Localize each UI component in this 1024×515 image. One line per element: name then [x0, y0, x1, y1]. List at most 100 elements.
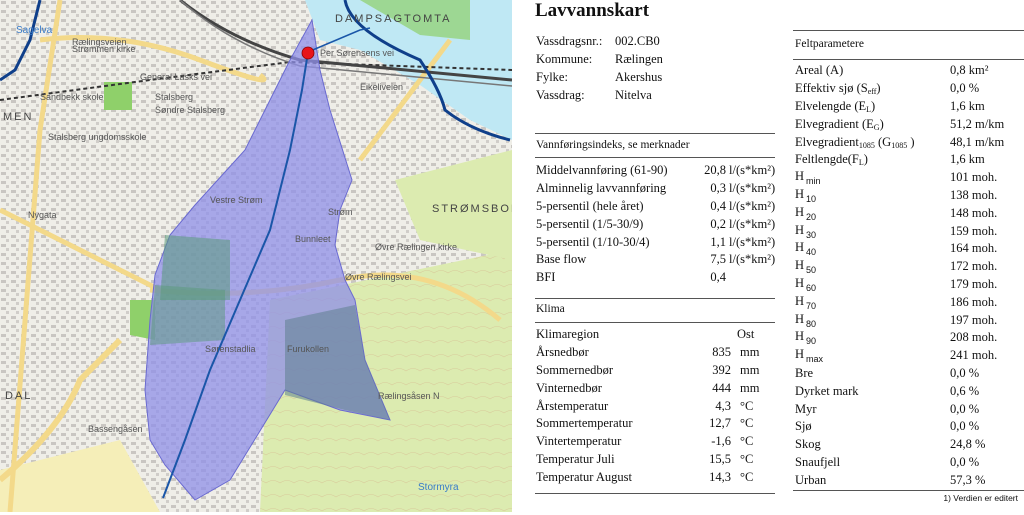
flow-unit: l/(s*km²)	[729, 181, 776, 196]
felt-label-text: H	[795, 186, 805, 201]
felt-value: 24,8 %	[950, 437, 986, 452]
meta-row: Vassdragsnr.: 002.CB0	[536, 34, 660, 48]
felt-row: Skog 24,8 %	[795, 436, 1020, 454]
felt-label-after: )	[907, 134, 915, 149]
felt-value: 241 moh.	[950, 348, 998, 363]
flow-value: 7,5	[710, 252, 726, 267]
felt-row: Hmax 241 moh.	[795, 347, 1020, 365]
map-canvas[interactable]: Sagelva Rælingsveien Strømmen kirke Gene…	[0, 0, 512, 512]
map-label: Strøm	[328, 207, 353, 217]
felt-label-text: H	[795, 204, 805, 219]
flow-label: BFI	[536, 270, 556, 285]
flow-row: 5-persentil (1/5-30/9) 0,2 l/(s*km²)	[536, 215, 775, 233]
felt-label: H 40	[795, 240, 950, 257]
flow-label: Alminnelig lavvannføring	[536, 181, 667, 196]
divider	[793, 30, 1024, 31]
felt-label: H 80	[795, 312, 950, 329]
klima-label: Årsnedbør	[536, 345, 589, 360]
felt-label: H 30	[795, 223, 950, 240]
felt-row: H 10 138 moh.	[795, 187, 1020, 205]
felt-label-text: Snaufjell	[795, 454, 841, 469]
divider	[793, 59, 1024, 60]
klima-unit: mm	[740, 362, 760, 377]
felt-label: Elvegradient (EG)	[795, 117, 950, 132]
felt-value: 197 moh.	[950, 312, 998, 327]
divider	[793, 490, 1024, 491]
felt-label: Feltlengde(FL)	[795, 152, 950, 167]
felt-row: Dyrket mark 0,6 %	[795, 382, 1020, 400]
felt-row: Elvelengde (EL) 1,6 km	[795, 98, 1020, 116]
map-label: Rælingsåsen N	[378, 391, 440, 401]
felt-label-text: H	[795, 347, 805, 362]
klima-value: 835	[712, 345, 731, 360]
felt-label-after: )	[879, 116, 884, 131]
map-label: Sandbekk skole	[40, 92, 104, 102]
felt-row: H 90 208 moh.	[795, 329, 1020, 347]
flow-row: BFI 0,4	[536, 269, 775, 287]
felt-label: Bre	[795, 366, 950, 381]
flow-value: 20,8	[704, 163, 726, 178]
klima-unit: mm	[740, 380, 760, 395]
map-label: DAMPSAGTOMTA	[335, 13, 452, 25]
klima-row: Årsnedbør 835 mm	[536, 344, 780, 362]
meta-row: Fylke: Akershus	[536, 70, 663, 84]
park	[104, 82, 132, 110]
felt-label: H 60	[795, 276, 950, 293]
felt-row: Elvegradient1085 (G1085 ) 48,1 m/km	[795, 133, 1020, 151]
footnote: 1) Verdien er editert	[943, 493, 1018, 503]
flow-label: 5-persentil (1/10-30/4)	[536, 234, 650, 249]
felt-value: 0,0 %	[950, 365, 980, 380]
klima-value: 4,3	[715, 398, 731, 413]
flow-row: 5-persentil (1/10-30/4) 1,1 l/(s*km²)	[536, 233, 775, 251]
felt-label: H 50	[795, 258, 950, 275]
klima-unit: °C	[740, 434, 754, 449]
felt-label-text: Elvelengde (E	[795, 98, 867, 113]
felt-row: H 80 197 moh.	[795, 311, 1020, 329]
outlet-point[interactable]	[301, 46, 315, 60]
klima-unit: °C	[740, 416, 754, 431]
felt-label: Hmax	[795, 347, 950, 364]
felt-label: H 20	[795, 205, 950, 222]
catchment-map[interactable]: Sagelva Rælingsveien Strømmen kirke Gene…	[0, 0, 512, 512]
felt-label-sub: 1085	[858, 140, 875, 150]
klima-value: 444	[712, 380, 731, 395]
felt-label-after: )	[876, 81, 881, 96]
felt-value: 57,3 %	[950, 472, 986, 487]
felt-value: 172 moh.	[950, 259, 998, 274]
felt-value: 1,6 km	[950, 152, 985, 167]
felt-table: Areal (A) 0,8 km² Effektiv sjø (Seff) 0,0 %…	[795, 62, 1020, 489]
flow-value: 0,2	[710, 216, 726, 231]
divider	[535, 157, 775, 158]
divider	[535, 493, 775, 494]
klima-unit: °C	[740, 451, 754, 466]
felt-label-sub: 50	[806, 265, 817, 276]
map-label: Sagelva	[16, 25, 53, 36]
section-title-flow: Vannføringsindeks, se merknader	[536, 139, 690, 151]
klima-region-row: Klimaregion Ost	[536, 327, 755, 342]
felt-value: 0,0 %	[950, 81, 980, 96]
felt-row: H 60 179 moh.	[795, 276, 1020, 294]
map-label: DAL	[5, 390, 32, 402]
map-label: Nygata	[28, 210, 57, 220]
felt-label-sub: 90	[806, 336, 817, 347]
map-label: Øvre Rælingsvei	[345, 272, 412, 282]
felt-label-text: Sjø	[795, 419, 812, 434]
felt-label-text: H	[795, 169, 805, 184]
flow-unit: l/(s*km²)	[729, 198, 776, 213]
flow-unit: l/(s*km²)	[729, 234, 776, 249]
klima-label: Vinternedbør	[536, 380, 602, 395]
felt-row: Effektiv sjø (Seff) 0,0 %	[795, 80, 1020, 98]
section-title-klima: Klima	[536, 303, 565, 315]
klima-value: 14,3	[709, 469, 731, 484]
klima-row: Vintertemperatur -1,6 °C	[536, 433, 780, 451]
felt-label-text: Myr	[795, 401, 817, 416]
felt-label: Effektiv sjø (Seff)	[795, 81, 950, 96]
map-label: Bunnleet	[295, 234, 331, 244]
felt-label-text: Areal (A)	[795, 63, 844, 78]
klima-row: Sommertemperatur 12,7 °C	[536, 415, 780, 433]
felt-label-text: Urban	[795, 472, 827, 487]
felt-value: 48,1 m/km	[950, 134, 1005, 149]
map-label: STRØMSBORG	[432, 203, 512, 215]
felt-label-text: H	[795, 275, 805, 290]
klima-row: Sommernedbør 392 mm	[536, 362, 780, 380]
